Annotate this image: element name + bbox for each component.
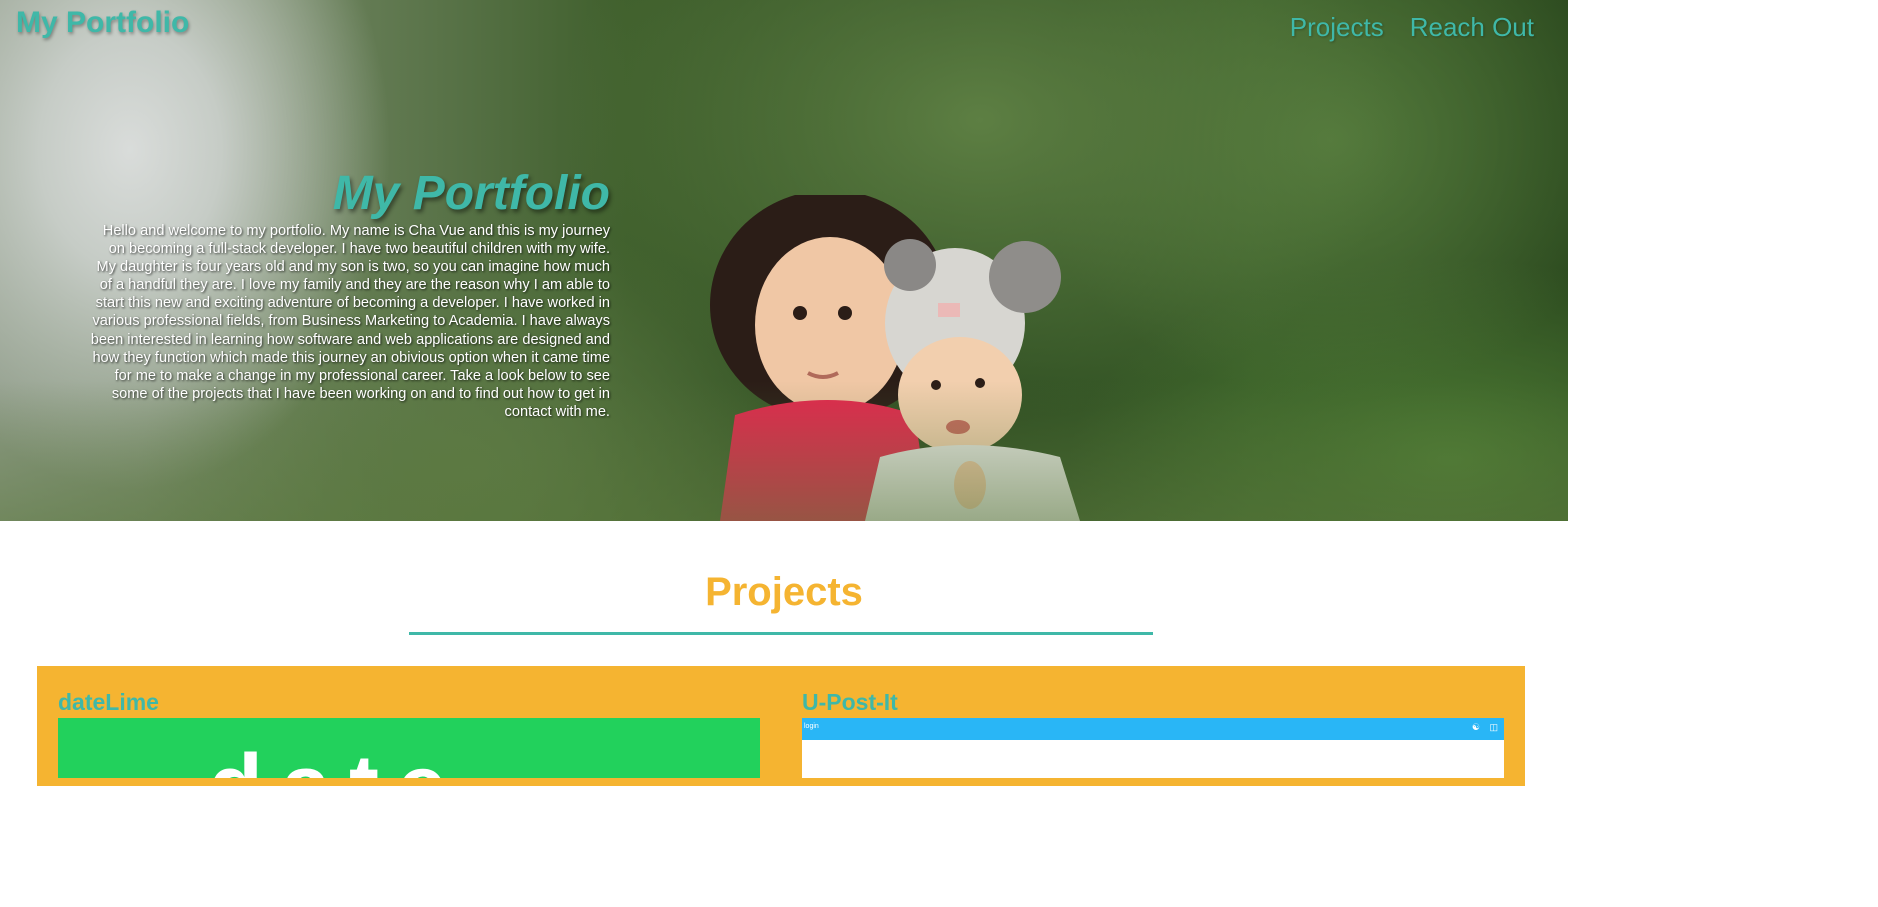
hero-title: My Portfolio <box>332 167 610 220</box>
thumbnail-header-bar: login ☯ ◫ <box>802 718 1504 740</box>
nav-link-projects[interactable]: Projects <box>1290 12 1384 43</box>
trash-icon: ◫ <box>1489 722 1498 732</box>
user-icon: ☯ <box>1471 722 1480 732</box>
nav-links: Projects Reach Out <box>1290 12 1534 43</box>
hero-bio: Hello and welcome to my portfolio. My na… <box>90 223 610 420</box>
thumbnail-login-label: login <box>804 723 819 730</box>
thumbnail-logo-text: date <box>208 736 465 778</box>
projects-heading: Projects <box>705 570 863 614</box>
project-card-datelime[interactable]: dateLime date <box>58 688 760 778</box>
project-thumbnail[interactable]: date <box>58 718 760 778</box>
hero-section: My Portfolio Projects Reach Out My Portf… <box>0 0 1568 521</box>
projects-divider <box>409 632 1153 635</box>
project-title[interactable]: dateLime <box>58 688 760 716</box>
projects-panel: dateLime date U-Post-It login ☯ ◫ <box>37 666 1525 786</box>
nav-brand[interactable]: My Portfolio <box>16 6 189 40</box>
hero-photo <box>710 195 1080 521</box>
project-title[interactable]: U-Post-It <box>802 688 1504 716</box>
nav-link-reach-out[interactable]: Reach Out <box>1410 12 1534 43</box>
project-card-u-post-it[interactable]: U-Post-It login ☯ ◫ <box>802 688 1504 778</box>
project-thumbnail[interactable]: login ☯ ◫ <box>802 718 1504 778</box>
hero-text: My Portfolio Hello and welcome to my por… <box>90 168 610 421</box>
